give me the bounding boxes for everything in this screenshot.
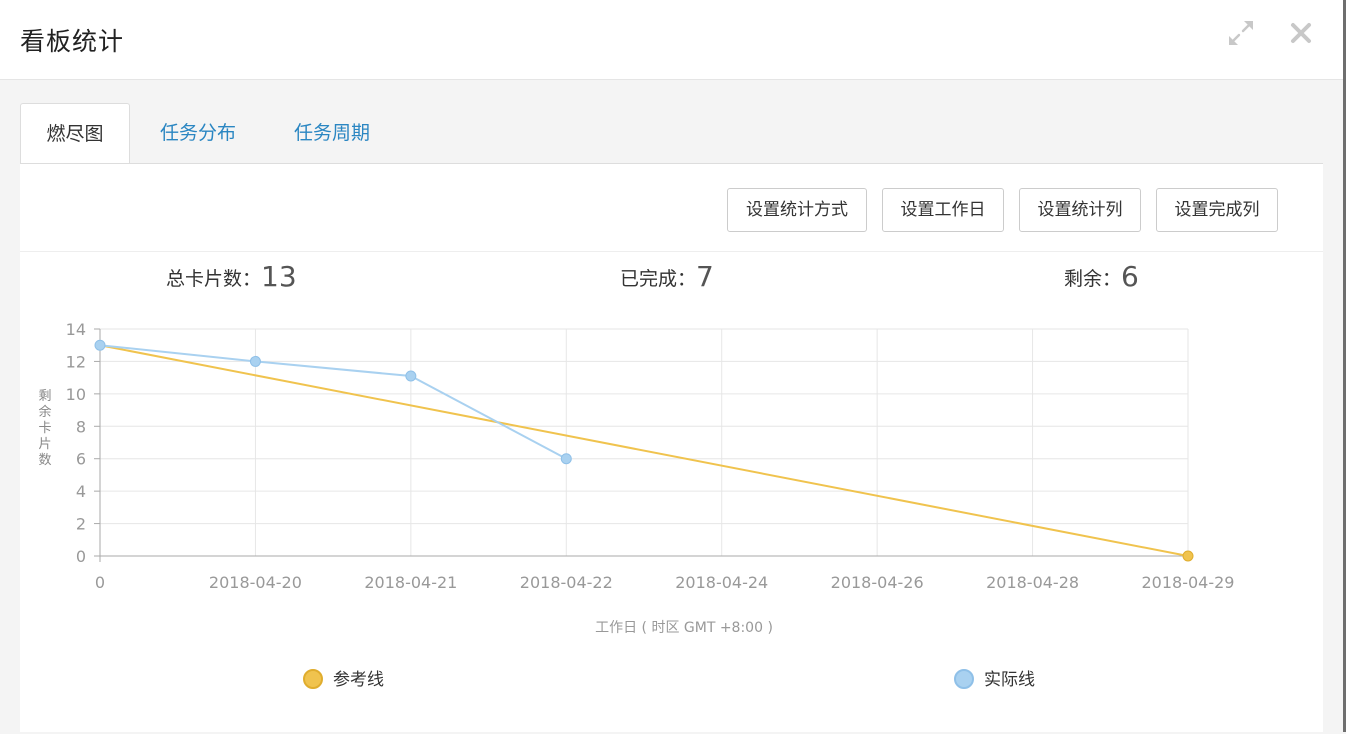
x-tick-label: 2018-04-29	[1142, 573, 1235, 592]
stat-total: 总卡片数：13	[166, 260, 297, 293]
reference-line-legend-marker	[303, 669, 323, 689]
y-tick-label: 2	[76, 515, 86, 534]
x-tick-label: 0	[95, 573, 105, 592]
burndown-panel: 设置统计方式 设置工作日 设置统计列 设置完成列 总卡片数：13 已完成：7 剩…	[20, 163, 1323, 732]
stat-remaining: 剩余：6	[1064, 260, 1139, 293]
actual-line-legend-label: 实际线	[984, 670, 1035, 690]
stat-remaining-label: 剩余：	[1064, 268, 1122, 290]
y-tick-label: 0	[76, 547, 86, 566]
x-tick-label: 2018-04-22	[520, 573, 613, 592]
stat-total-label: 总卡片数：	[166, 268, 262, 290]
tab-task-cycle[interactable]: 任务周期	[276, 103, 388, 164]
actual-line-point	[94, 339, 106, 351]
stat-done-value: 7	[696, 260, 714, 293]
actual-line-path	[99, 344, 567, 460]
tab-burndown[interactable]: 燃尽图	[20, 103, 130, 164]
reference-line-path	[99, 344, 1189, 557]
y-tick-label: 10	[66, 385, 86, 404]
actual-line-point	[249, 355, 261, 367]
expand-icon	[1229, 21, 1253, 45]
x-tick-label: 2018-04-24	[675, 573, 768, 592]
actual-line-legend-marker	[954, 669, 974, 689]
dialog-title: 看板统计	[20, 27, 125, 56]
x-tick-label: 2018-04-26	[831, 573, 924, 592]
x-tick-label: 2018-04-21	[364, 573, 457, 592]
stat-remaining-value: 6	[1121, 260, 1139, 293]
burndown-chart: 0 2 4 6 8 10 12 14 0 2018-04-20 2018-04-21 2018-04-…	[38, 320, 1235, 690]
x-tick-label: 2018-04-28	[986, 573, 1079, 592]
actual-line-point	[405, 370, 417, 382]
x-axis-label: 工作日 ( 时区 GMT +8:00 )	[595, 620, 773, 636]
actual-line-point	[560, 453, 572, 465]
dialog-header: 看板统计	[0, 0, 1343, 80]
set-statistic-column-button[interactable]: 设置统计列	[1019, 188, 1141, 232]
stat-done-label: 已完成：	[620, 268, 697, 290]
set-workday-button[interactable]: 设置工作日	[882, 188, 1004, 232]
expand-button[interactable]	[1226, 18, 1256, 48]
y-tick-label: 14	[66, 320, 86, 339]
y-tick-label: 8	[76, 417, 86, 436]
stat-total-value: 13	[261, 260, 297, 293]
close-icon	[1291, 23, 1311, 43]
toolbar: 设置统计方式 设置工作日 设置统计列 设置完成列	[20, 164, 1323, 252]
reference-line-legend-label: 参考线	[333, 670, 384, 690]
y-tick-label: 4	[76, 482, 86, 501]
stat-done: 已完成：7	[620, 260, 714, 293]
close-button[interactable]	[1286, 18, 1316, 48]
x-tick-label: 2018-04-20	[209, 573, 302, 592]
set-statistic-mode-button[interactable]: 设置统计方式	[727, 188, 867, 232]
y-axis-label: 剩余卡片数	[38, 389, 51, 468]
tab-task-distribution[interactable]: 任务分布	[142, 103, 254, 164]
reference-line-point	[1182, 550, 1194, 562]
y-tick-label: 6	[76, 450, 86, 469]
set-done-column-button[interactable]: 设置完成列	[1156, 188, 1278, 232]
y-tick-label: 12	[66, 352, 86, 371]
